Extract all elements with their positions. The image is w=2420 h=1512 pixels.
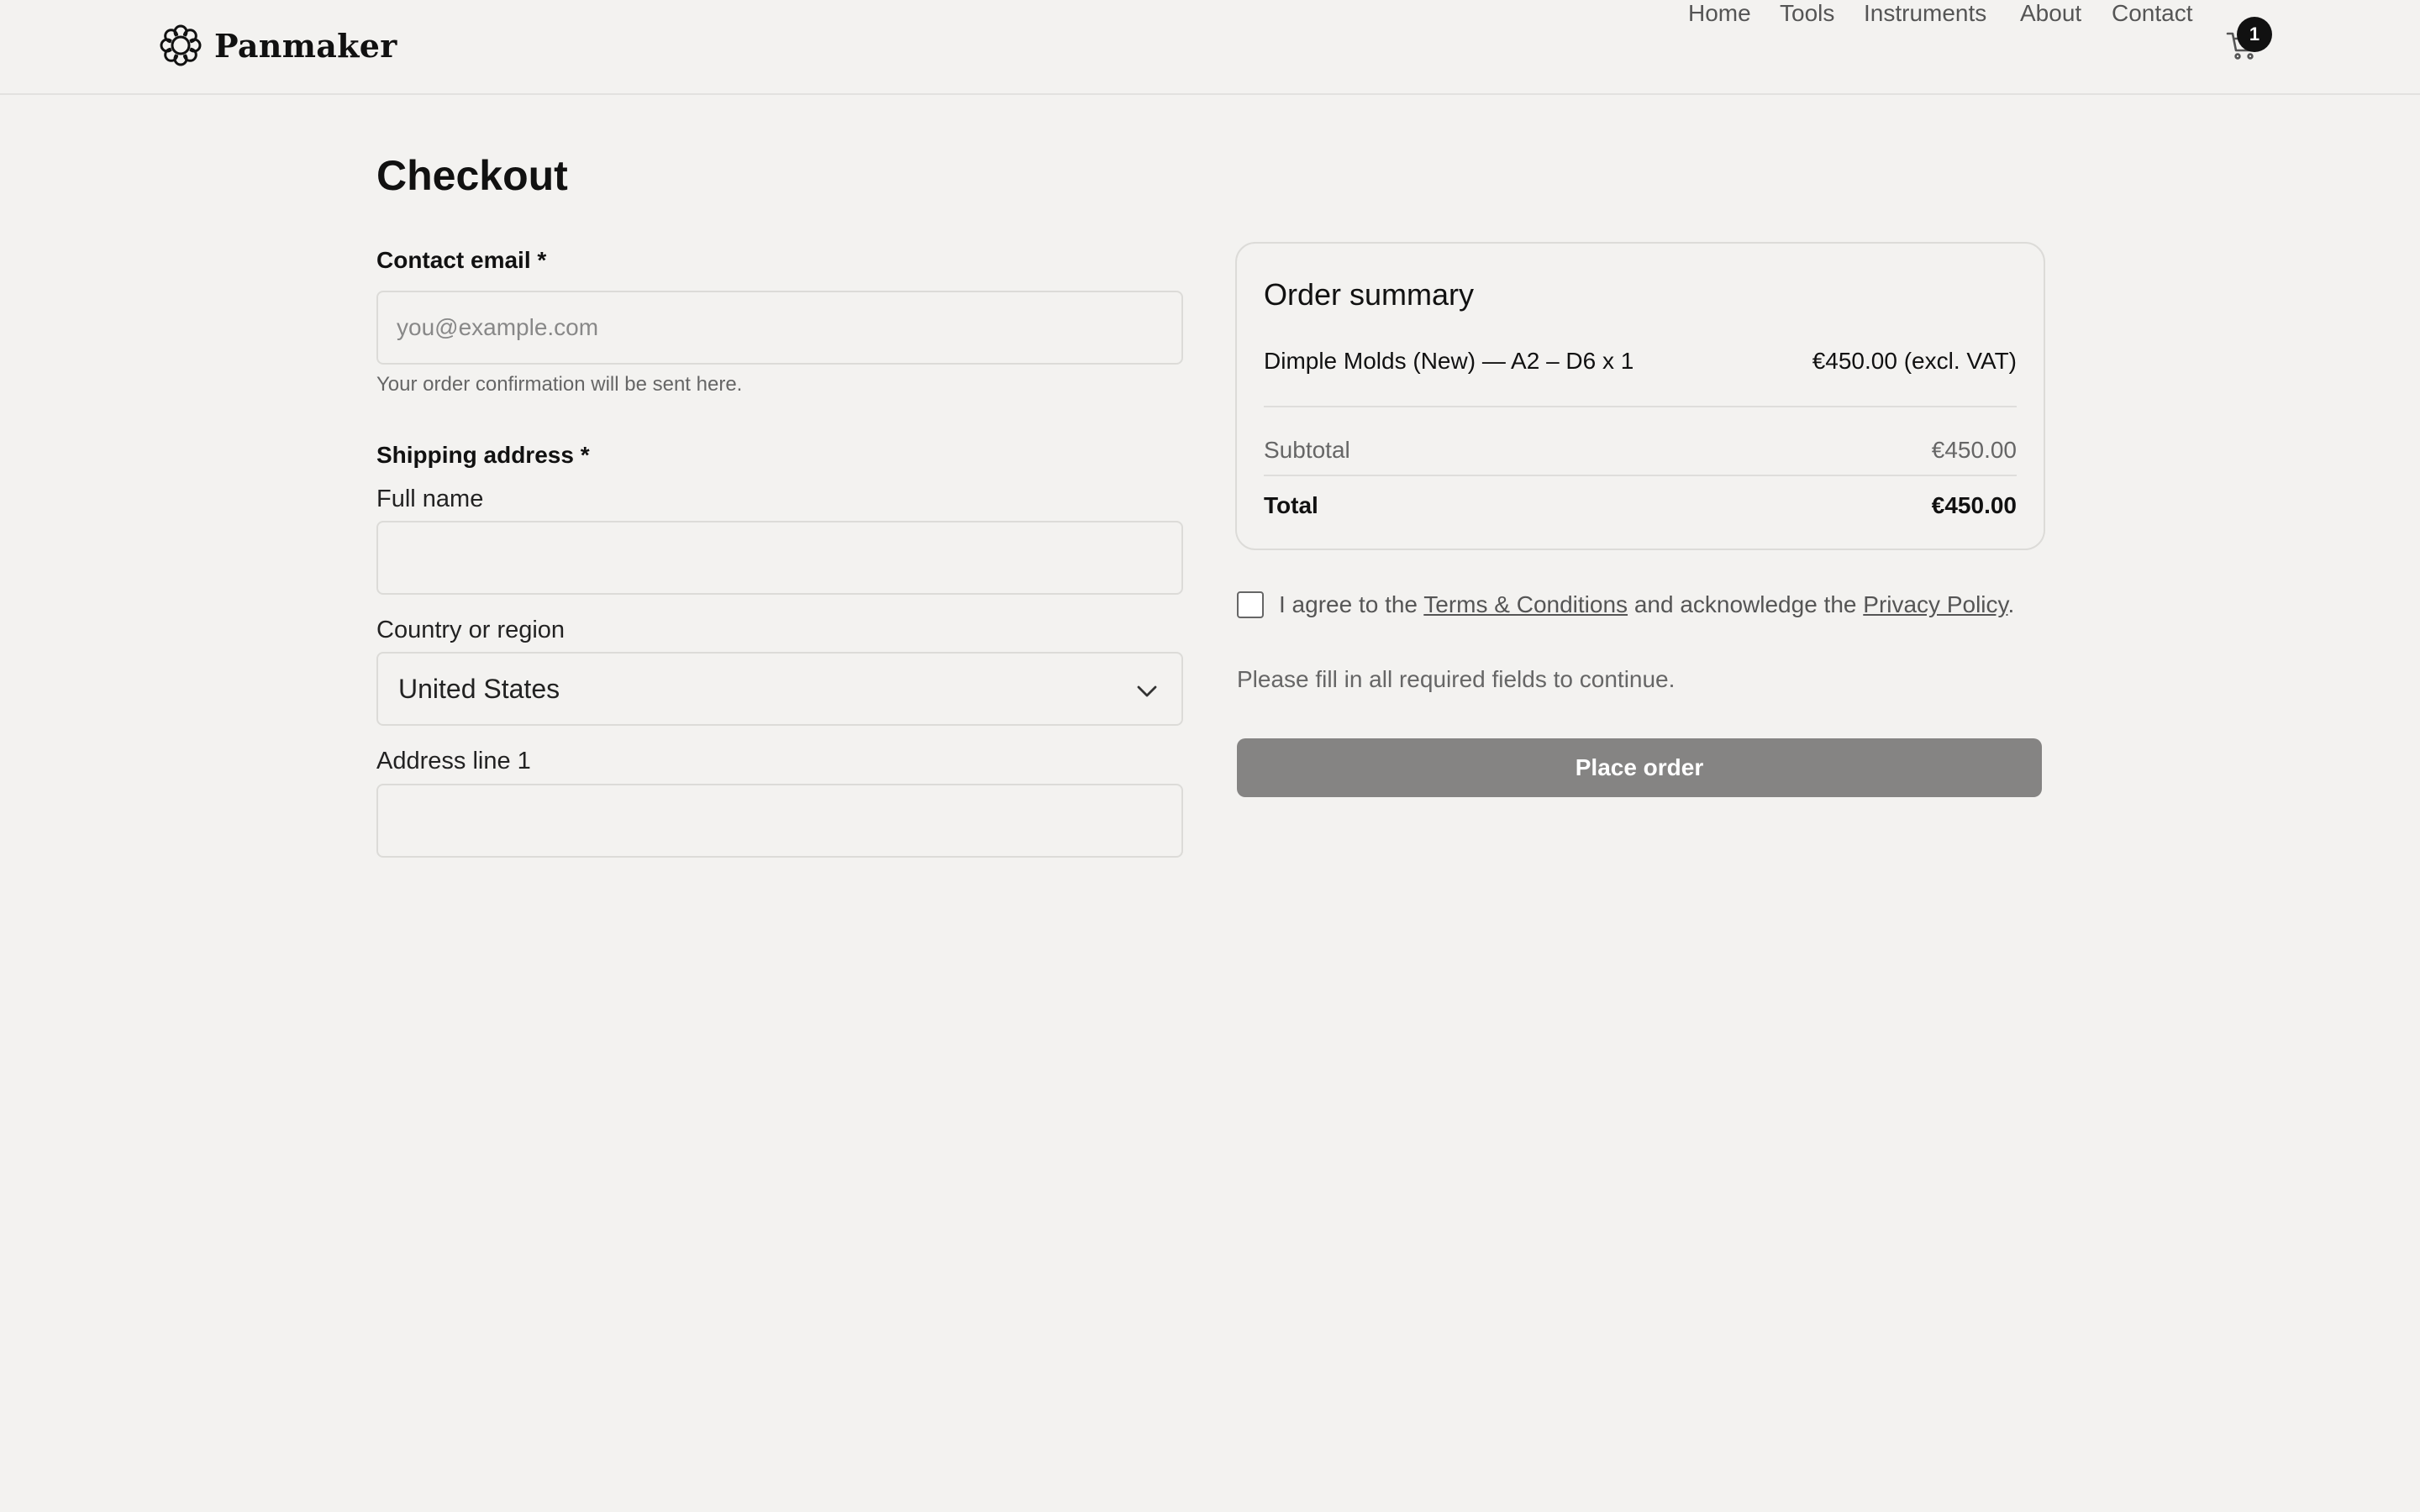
total-divider	[1264, 475, 2017, 476]
subtotal-value: €450.00	[1931, 437, 2017, 463]
brand-name: Panmaker	[214, 26, 397, 65]
country-label: Country or region	[376, 617, 566, 643]
brand-logo[interactable]: Panmaker	[159, 24, 397, 67]
contact-email-hint: Your order confirmation will be sent her…	[376, 373, 743, 396]
full-name-label: Full name	[376, 486, 484, 512]
full-name-field[interactable]	[376, 521, 1183, 595]
total-label: Total	[1264, 492, 1318, 518]
contact-email-label: Contact email *	[376, 247, 547, 273]
agreement-suffix: .	[2007, 591, 2015, 617]
privacy-policy-link[interactable]: Privacy Policy	[1863, 591, 2007, 617]
chevron-down-icon	[1137, 685, 1157, 697]
country-select[interactable]: United States	[376, 652, 1183, 726]
summary-item-name: Dimple Molds (New) — A2 – D6 x 1	[1264, 348, 1634, 374]
summary-divider	[1264, 406, 2017, 407]
order-summary-card: Order summary Dimple Molds (New) — A2 – …	[1235, 242, 2045, 550]
contact-email-field[interactable]	[376, 291, 1183, 365]
nav-tools[interactable]: Tools	[1780, 0, 1834, 27]
site-header: Panmaker Home Tools Instruments About Co…	[0, 0, 2420, 95]
summary-item-price: €450.00 (excl. VAT)	[1812, 348, 2017, 374]
total-value: €450.00	[1931, 492, 2017, 518]
nav-contact[interactable]: Contact	[2112, 0, 2193, 27]
nav-home[interactable]: Home	[1688, 0, 1751, 27]
place-order-button[interactable]: Place order	[1237, 738, 2042, 797]
terms-link[interactable]: Terms & Conditions	[1423, 591, 1628, 617]
flower-logo-icon	[160, 24, 202, 66]
required-fields-notice: Please fill in all required fields to co…	[1237, 666, 1676, 692]
terms-checkbox[interactable]	[1237, 591, 1264, 618]
agreement-middle: and acknowledge the	[1628, 591, 1864, 617]
country-selected-value: United States	[398, 673, 560, 704]
address-line1-label: Address line 1	[376, 748, 531, 774]
address-line1-field[interactable]	[376, 784, 1183, 858]
agreement-prefix: I agree to the	[1279, 591, 1424, 617]
agreement-text: I agree to the Terms & Conditions and ac…	[1279, 591, 2014, 618]
nav-instruments[interactable]: Instruments	[1864, 0, 1986, 27]
order-summary-title: Order summary	[1264, 277, 1475, 312]
page-title: Checkout	[376, 152, 568, 199]
shipping-address-label: Shipping address *	[376, 442, 590, 468]
nav-about[interactable]: About	[2020, 0, 2081, 27]
terms-agreement: I agree to the Terms & Conditions and ac…	[1237, 591, 2014, 618]
cart-count-badge: 1	[2237, 17, 2272, 52]
subtotal-label: Subtotal	[1264, 437, 1350, 463]
